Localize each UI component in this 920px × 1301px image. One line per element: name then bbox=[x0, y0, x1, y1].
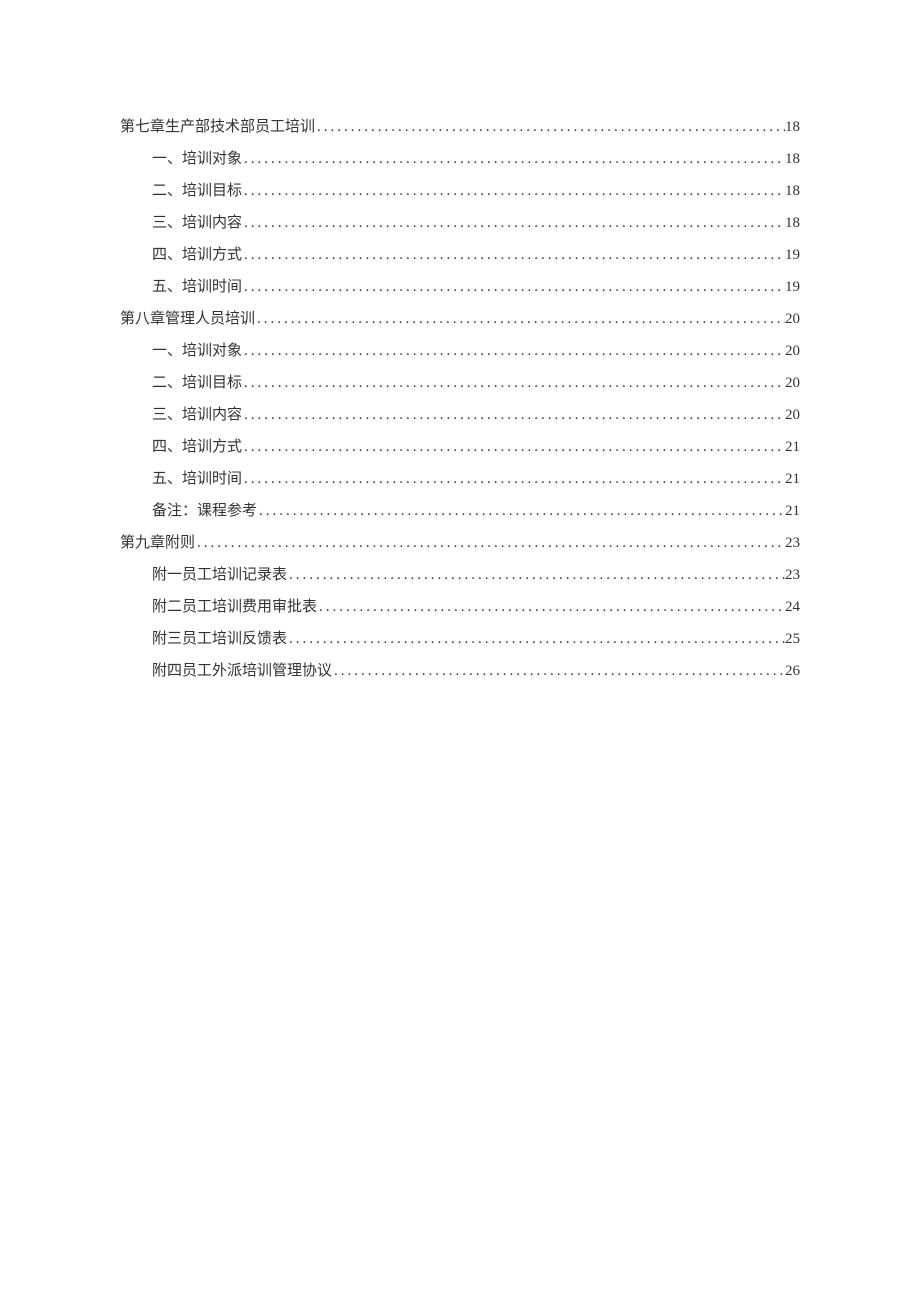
toc-entry: 三、培训内容 20 bbox=[120, 403, 800, 427]
toc-leader-dots bbox=[242, 243, 785, 267]
toc-leader-dots bbox=[242, 147, 785, 171]
toc-entry-title: 附二员工培训费用审批表 bbox=[152, 595, 317, 619]
toc-entry-title: 三、培训内容 bbox=[152, 403, 242, 427]
table-of-contents: 第七章生产部技术部员工培训 18 一、培训对象 18 二、培训目标 18 三、培训内容 18 四… bbox=[120, 115, 800, 683]
toc-entry: 二、培训目标 18 bbox=[120, 179, 800, 203]
toc-leader-dots bbox=[257, 499, 785, 523]
toc-entry-title: 附四员工外派培训管理协议 bbox=[152, 659, 332, 683]
toc-leader-dots bbox=[242, 403, 785, 427]
toc-leader-dots bbox=[332, 659, 785, 683]
toc-entry: 二、培训目标 20 bbox=[120, 371, 800, 395]
toc-entry-title: 一、培训对象 bbox=[152, 147, 242, 171]
toc-entry-page: 21 bbox=[785, 467, 800, 491]
toc-entry-title: 三、培训内容 bbox=[152, 211, 242, 235]
toc-entry-page: 24 bbox=[785, 595, 800, 619]
toc-leader-dots bbox=[317, 595, 785, 619]
toc-entry: 五、培训时间 19 bbox=[120, 275, 800, 299]
toc-leader-dots bbox=[242, 275, 785, 299]
toc-entry-title: 五、培训时间 bbox=[152, 275, 242, 299]
toc-entry-page: 20 bbox=[785, 371, 800, 395]
toc-entry-page: 19 bbox=[785, 243, 800, 267]
toc-entry: 附四员工外派培训管理协议 26 bbox=[120, 659, 800, 683]
toc-entry-page: 18 bbox=[785, 211, 800, 235]
toc-entry: 备注：课程参考 21 bbox=[120, 499, 800, 523]
toc-entry-title: 二、培训目标 bbox=[152, 179, 242, 203]
toc-leader-dots bbox=[255, 307, 785, 331]
toc-entry-page: 23 bbox=[785, 531, 800, 555]
toc-entry-title: 第七章生产部技术部员工培训 bbox=[120, 115, 315, 139]
toc-entry-title: 附一员工培训记录表 bbox=[152, 563, 287, 587]
toc-entry: 附一员工培训记录表 23 bbox=[120, 563, 800, 587]
toc-leader-dots bbox=[242, 211, 785, 235]
toc-entry: 第七章生产部技术部员工培训 18 bbox=[120, 115, 800, 139]
toc-entry: 五、培训时间 21 bbox=[120, 467, 800, 491]
toc-leader-dots bbox=[287, 563, 785, 587]
toc-entry-page: 21 bbox=[785, 499, 800, 523]
toc-entry: 附二员工培训费用审批表 24 bbox=[120, 595, 800, 619]
toc-entry: 三、培训内容 18 bbox=[120, 211, 800, 235]
toc-entry-page: 18 bbox=[785, 147, 800, 171]
toc-entry-page: 23 bbox=[785, 563, 800, 587]
toc-leader-dots bbox=[242, 435, 785, 459]
toc-entry-page: 20 bbox=[785, 339, 800, 363]
toc-entry-page: 26 bbox=[785, 659, 800, 683]
toc-entry-title: 四、培训方式 bbox=[152, 243, 242, 267]
toc-entry-page: 21 bbox=[785, 435, 800, 459]
toc-entry-title: 二、培训目标 bbox=[152, 371, 242, 395]
toc-leader-dots bbox=[315, 115, 785, 139]
toc-entry-title: 四、培训方式 bbox=[152, 435, 242, 459]
toc-leader-dots bbox=[287, 627, 785, 651]
toc-entry-title: 第八章管理人员培训 bbox=[120, 307, 255, 331]
toc-leader-dots bbox=[242, 339, 785, 363]
toc-entry: 一、培训对象 18 bbox=[120, 147, 800, 171]
toc-entry-title: 附三员工培训反馈表 bbox=[152, 627, 287, 651]
toc-entry: 第八章管理人员培训 20 bbox=[120, 307, 800, 331]
toc-entry-page: 20 bbox=[785, 307, 800, 331]
toc-entry-page: 18 bbox=[785, 115, 800, 139]
toc-entry-page: 20 bbox=[785, 403, 800, 427]
toc-entry: 四、培训方式 19 bbox=[120, 243, 800, 267]
toc-entry-title: 一、培训对象 bbox=[152, 339, 242, 363]
toc-entry: 四、培训方式 21 bbox=[120, 435, 800, 459]
toc-entry: 一、培训对象 20 bbox=[120, 339, 800, 363]
toc-entry-page: 25 bbox=[785, 627, 800, 651]
toc-entry-page: 19 bbox=[785, 275, 800, 299]
toc-leader-dots bbox=[242, 371, 785, 395]
toc-entry: 第九章附则 23 bbox=[120, 531, 800, 555]
toc-leader-dots bbox=[242, 467, 785, 491]
toc-leader-dots bbox=[242, 179, 785, 203]
toc-leader-dots bbox=[195, 531, 785, 555]
toc-entry: 附三员工培训反馈表 25 bbox=[120, 627, 800, 651]
toc-entry-title: 五、培训时间 bbox=[152, 467, 242, 491]
toc-entry-title: 第九章附则 bbox=[120, 531, 195, 555]
toc-entry-page: 18 bbox=[785, 179, 800, 203]
toc-entry-title: 备注：课程参考 bbox=[152, 499, 257, 523]
